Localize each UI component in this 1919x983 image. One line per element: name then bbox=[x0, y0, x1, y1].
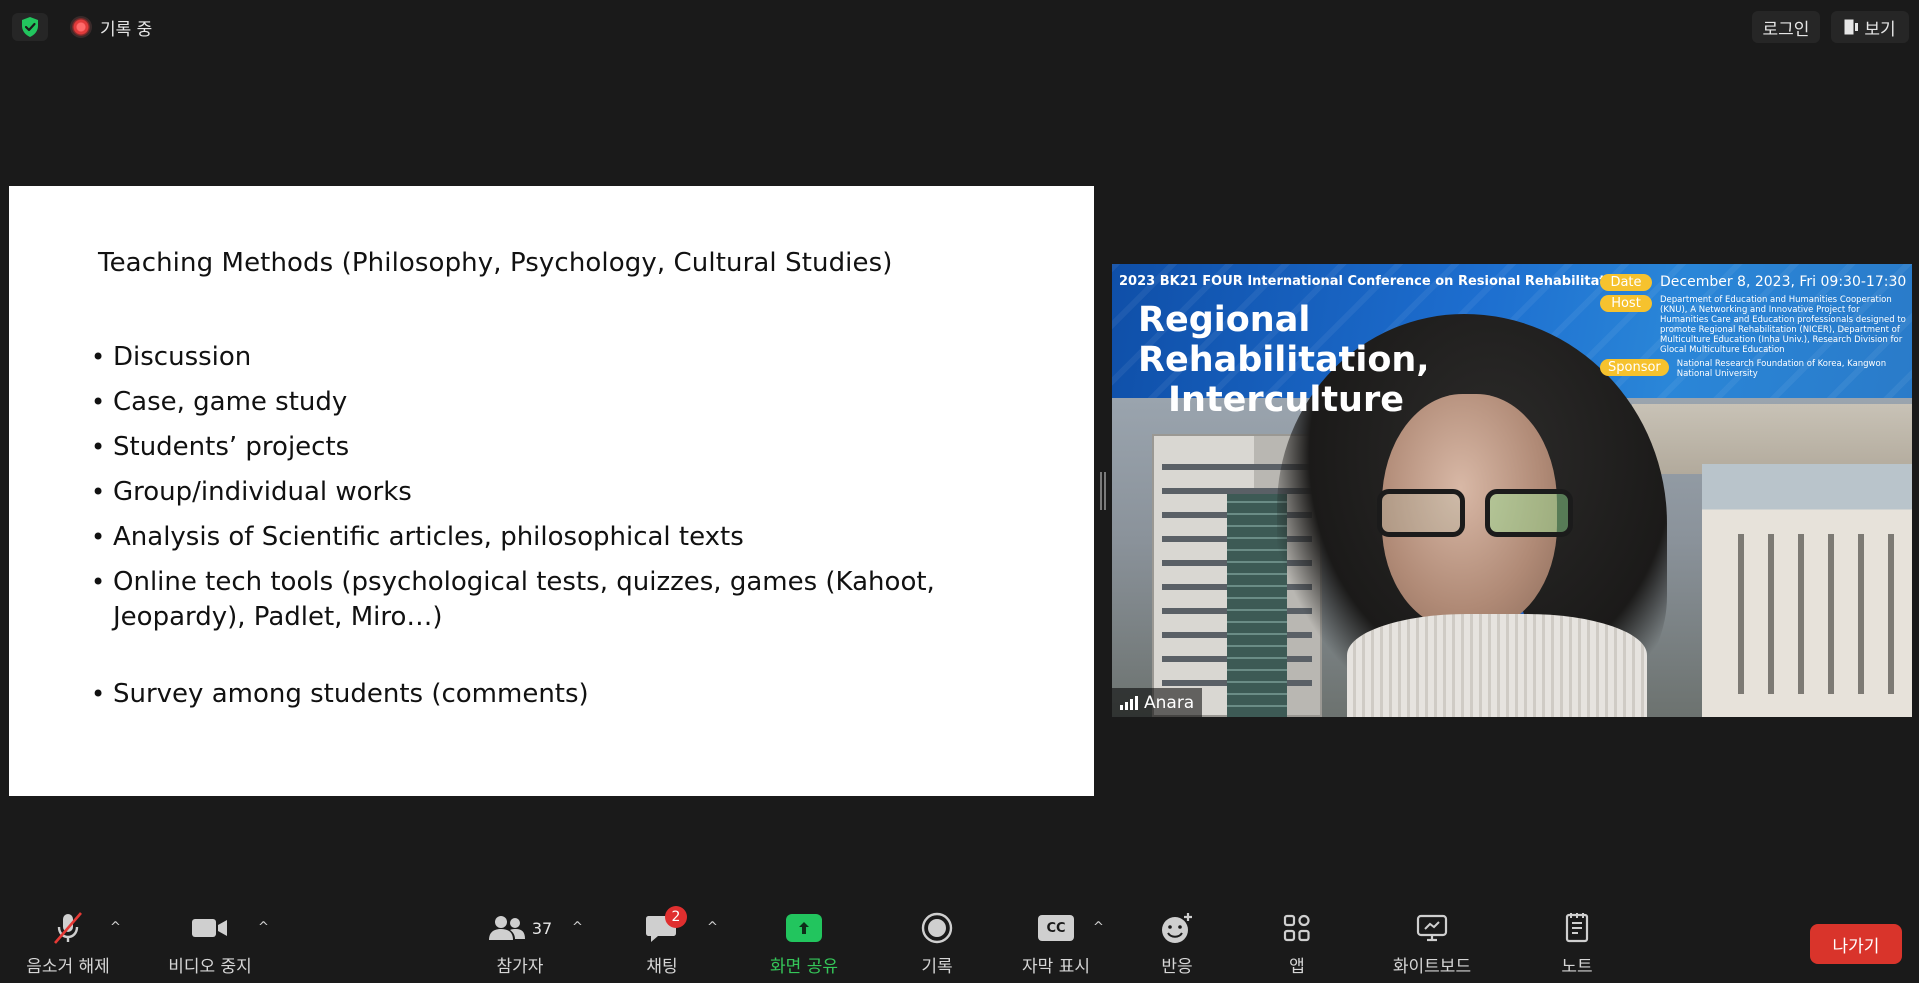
captions-icon-wrap: CC bbox=[1038, 908, 1074, 948]
participant-video-tile[interactable]: 2023 BK21 FOUR International Conference … bbox=[1112, 264, 1912, 717]
security-shield-icon[interactable] bbox=[12, 13, 48, 41]
slide-bullet: Case, game study bbox=[91, 385, 991, 420]
view-layout-icon bbox=[1844, 19, 1859, 35]
share-screen-label: 화면 공유 bbox=[770, 957, 838, 977]
apps-grid-icon bbox=[1282, 908, 1312, 948]
slide-title: Teaching Methods (Philosophy, Psychology… bbox=[98, 248, 893, 278]
apps-button[interactable]: 앱 bbox=[1247, 908, 1347, 980]
unmute-button[interactable]: 음소거 해제 bbox=[18, 908, 118, 980]
banner-host-text: Department of Education and Humanities C… bbox=[1660, 295, 1906, 355]
participants-button[interactable]: 37 참가자 bbox=[470, 908, 570, 980]
chat-button[interactable]: 2 채팅 bbox=[612, 906, 712, 980]
whiteboard-icon bbox=[1415, 908, 1449, 948]
slide-bullet: Students’ projects bbox=[91, 430, 991, 465]
participants-count: 37 bbox=[531, 918, 553, 938]
recording-dot-icon bbox=[72, 18, 90, 36]
stop-video-label: 비디오 중지 bbox=[168, 957, 252, 977]
reactions-button[interactable]: 반응 bbox=[1127, 908, 1227, 980]
virtual-background-banner: 2023 BK21 FOUR International Conference … bbox=[1112, 264, 1912, 420]
share-screen-button[interactable]: 화면 공유 bbox=[754, 908, 854, 980]
slide-bullet-list: Discussion Case, game study Students’ pr… bbox=[91, 340, 991, 722]
participants-icon bbox=[488, 916, 525, 940]
slide-bullet: Online tech tools (psychological tests, … bbox=[91, 565, 991, 635]
slide-bullet: Group/individual works bbox=[91, 475, 991, 510]
video-camera-icon bbox=[190, 908, 230, 948]
login-button[interactable]: 로그인 bbox=[1752, 11, 1820, 43]
view-label: 보기 bbox=[1864, 19, 1896, 40]
chat-unread-badge: 2 bbox=[665, 906, 687, 928]
slide-bullet: Survey among students (comments) bbox=[91, 677, 991, 712]
chat-icon-wrap: 2 bbox=[645, 906, 687, 948]
share-screen-arrow-icon bbox=[786, 914, 822, 942]
record-icon bbox=[920, 908, 954, 948]
audio-options-chevron-icon[interactable]: ^ bbox=[110, 920, 121, 935]
banner-sponsor-badge: Sponsor bbox=[1600, 359, 1669, 376]
banner-headline: Regional Rehabilitation, Interculture bbox=[1138, 300, 1598, 420]
connection-signal-icon bbox=[1120, 695, 1138, 710]
notes-button[interactable]: 노트 bbox=[1527, 908, 1627, 980]
unmute-label: 음소거 해제 bbox=[26, 957, 110, 977]
whiteboard-button[interactable]: 화이트보드 bbox=[1377, 908, 1487, 980]
notes-label: 노트 bbox=[1561, 957, 1593, 977]
banner-host-badge: Host bbox=[1600, 295, 1652, 312]
muted-microphone-icon bbox=[50, 908, 86, 948]
meeting-toolbar: 음소거 해제 ^ 비디오 중지 ^ 37 참가자 ^ 2 채팅 ^ 화면 공유 … bbox=[0, 900, 1919, 983]
apps-label: 앱 bbox=[1289, 957, 1305, 977]
banner-info: Date December 8, 2023, Fri 09:30-17:30 H… bbox=[1600, 274, 1908, 383]
slide-bullet: Analysis of Scientific articles, philoso… bbox=[91, 520, 991, 555]
view-button[interactable]: 보기 bbox=[1831, 11, 1909, 43]
campus-building-right bbox=[1702, 464, 1912, 717]
recording-label: 기록 중 bbox=[100, 19, 153, 40]
banner-date-text: December 8, 2023, Fri 09:30-17:30 bbox=[1660, 274, 1907, 290]
stop-video-button[interactable]: 비디오 중지 bbox=[160, 908, 260, 980]
banner-conference-title: 2023 BK21 FOUR International Conference … bbox=[1119, 274, 1629, 289]
captions-options-chevron-icon[interactable]: ^ bbox=[1093, 920, 1104, 935]
closed-captions-icon: CC bbox=[1038, 915, 1074, 941]
reactions-label: 반응 bbox=[1161, 957, 1193, 977]
video-options-chevron-icon[interactable]: ^ bbox=[258, 920, 269, 935]
shared-screen-slide: Teaching Methods (Philosophy, Psychology… bbox=[9, 186, 1094, 796]
banner-sponsor-text: National Research Foundation of Korea, K… bbox=[1676, 359, 1887, 379]
whiteboard-label: 화이트보드 bbox=[1392, 957, 1472, 977]
leave-meeting-button[interactable]: 나가기 bbox=[1810, 924, 1902, 964]
recording-indicator[interactable]: 기록 중 bbox=[64, 12, 160, 42]
chat-options-chevron-icon[interactable]: ^ bbox=[707, 920, 718, 935]
banner-headline-line2: Interculture bbox=[1168, 380, 1404, 420]
banner-date-badge: Date bbox=[1600, 274, 1652, 291]
captions-button[interactable]: CC 자막 표시 bbox=[1006, 908, 1106, 980]
chat-label: 채팅 bbox=[646, 957, 678, 977]
record-label: 기록 bbox=[921, 957, 953, 977]
participant-name-tag: Anara bbox=[1112, 688, 1203, 717]
participants-icon-wrap: 37 bbox=[488, 908, 552, 948]
top-bar: 기록 중 로그인 보기 bbox=[0, 0, 1919, 54]
notes-icon bbox=[1563, 908, 1591, 948]
participants-options-chevron-icon[interactable]: ^ bbox=[572, 920, 583, 935]
emoji-plus-icon bbox=[1159, 908, 1195, 948]
share-icon-wrap bbox=[786, 908, 822, 948]
panel-resize-handle[interactable] bbox=[1100, 472, 1106, 510]
record-button[interactable]: 기록 bbox=[887, 908, 987, 980]
banner-headline-line1: Regional Rehabilitation, bbox=[1138, 300, 1430, 380]
slide-bullet: Discussion bbox=[91, 340, 991, 375]
participant-name: Anara bbox=[1144, 692, 1195, 713]
participants-label: 참가자 bbox=[496, 957, 544, 977]
captions-label: 자막 표시 bbox=[1022, 957, 1090, 977]
